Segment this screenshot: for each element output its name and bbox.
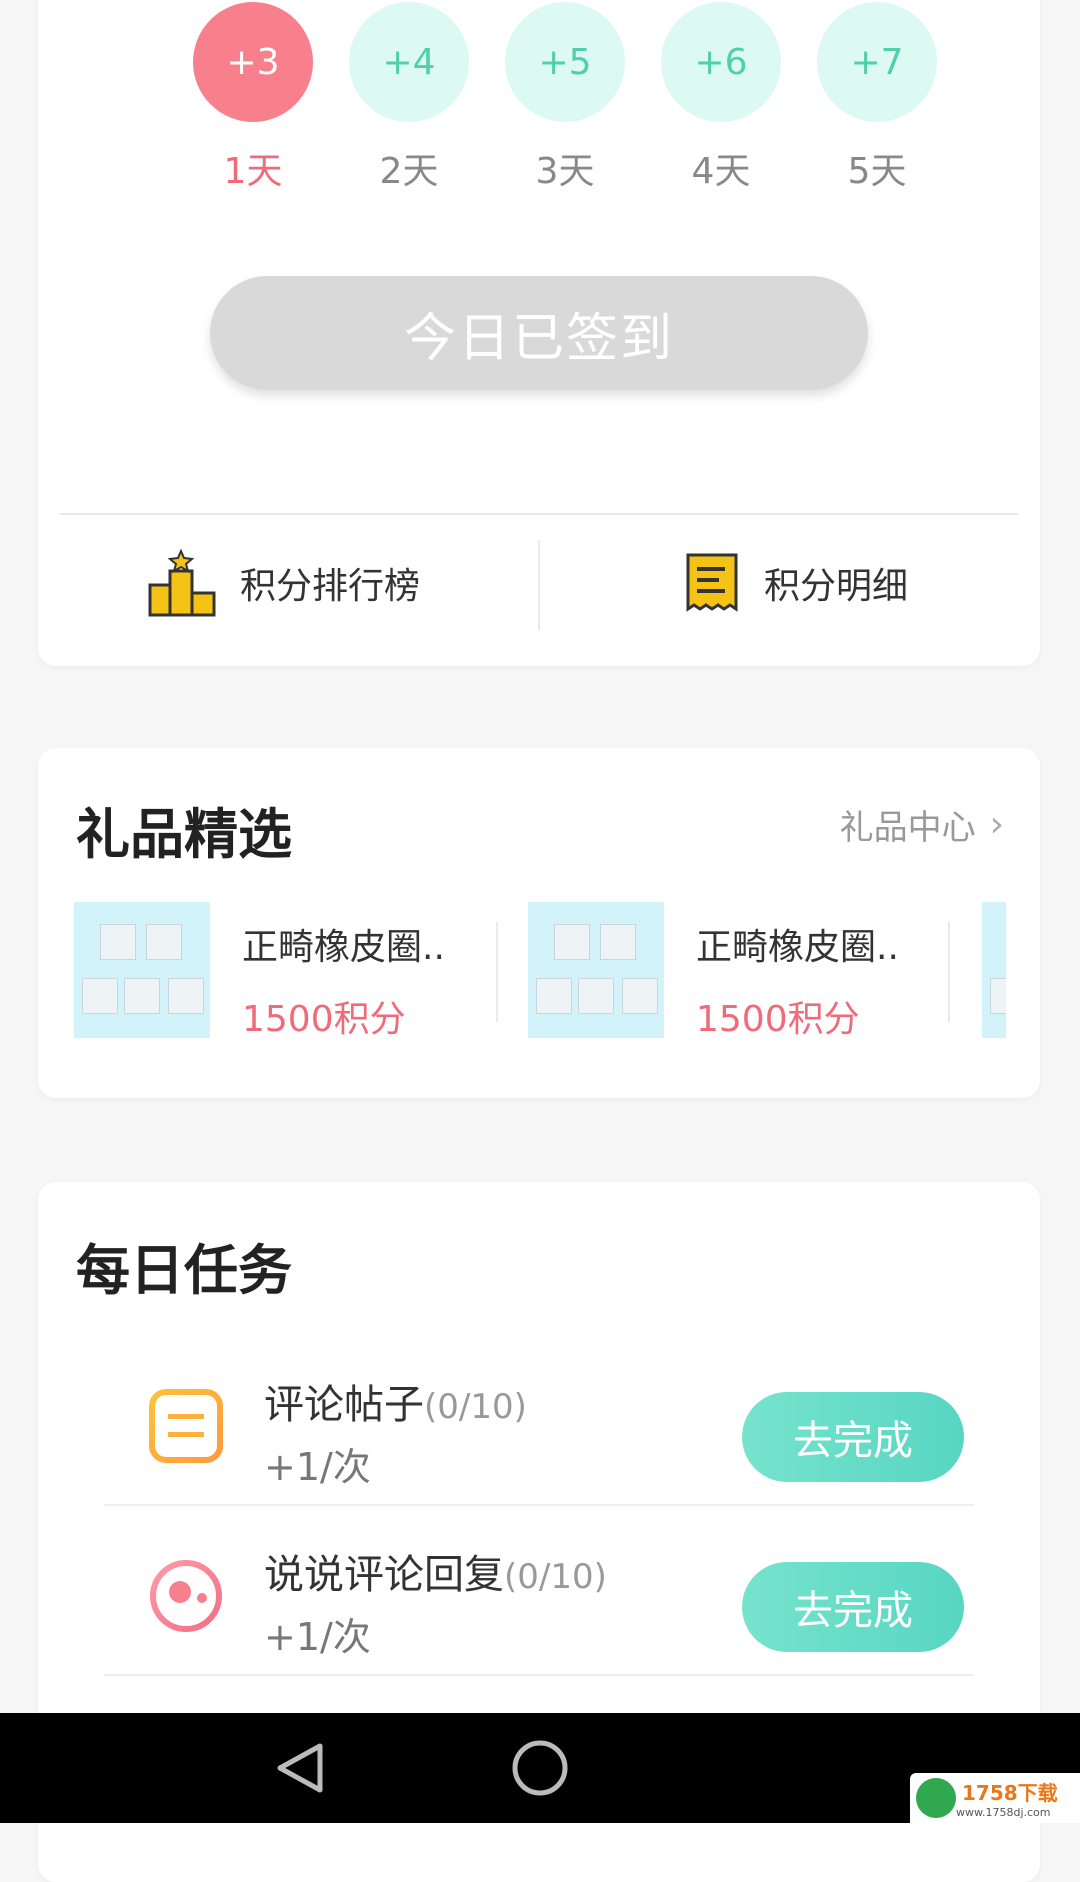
checkin-card: +3 1天 +4 2天 +5 3天 +6 4天 +7 5天 今日已签到 积分排行…	[38, 0, 1040, 666]
podium-icon	[148, 549, 216, 617]
gift-points: 1500积分	[696, 999, 860, 1040]
task-reward: +1/次	[264, 1615, 371, 1659]
day-1: +3 1天	[193, 2, 313, 194]
note-icon	[149, 1389, 223, 1463]
task-name: 评论帖子	[264, 1382, 424, 1428]
divider	[104, 1674, 974, 1676]
day-5: +7 5天	[817, 2, 937, 194]
task-row: 说说评论回复(0/10) +1/次 去完成	[104, 1520, 974, 1690]
tasks-title: 每日任务	[76, 1239, 292, 1302]
day-points: +4	[349, 2, 469, 122]
receipt-icon	[686, 553, 738, 612]
divider	[538, 540, 540, 630]
day-points: +7	[817, 2, 937, 122]
day-label: 1天	[223, 151, 283, 192]
gift-thumbnail	[528, 902, 664, 1038]
points-ranking-label: 积分排行榜	[240, 566, 421, 607]
gift-center-label: 礼品中心	[839, 808, 976, 848]
day-label: 4天	[691, 151, 751, 192]
task-progress-current: 0	[517, 1557, 539, 1597]
task-progress-open: (	[504, 1557, 518, 1597]
gift-name: 正畸橡皮圈..	[696, 927, 899, 968]
bubble-icon	[150, 1560, 222, 1632]
day-points: +3	[193, 2, 313, 122]
back-triangle-icon	[277, 1743, 323, 1793]
gift-thumbnail	[982, 902, 1006, 1038]
signed-today-button[interactable]: 今日已签到	[210, 276, 868, 390]
system-nav-bar: 1758下载 www.1758dj.com	[0, 1713, 1080, 1823]
day-label: 3天	[535, 151, 595, 192]
gift-item-partial[interactable]	[982, 902, 1006, 1038]
points-ranking-link[interactable]: 积分排行榜	[148, 538, 420, 628]
gift-name: 正畸橡皮圈..	[242, 927, 445, 968]
task-progress-total: /10)	[538, 1557, 607, 1597]
points-details-label: 积分明细	[764, 566, 909, 607]
gift-points: 1500积分	[242, 999, 406, 1040]
points-details-link[interactable]: 积分明细	[684, 538, 908, 628]
go-complete-button[interactable]: 去完成	[742, 1392, 964, 1482]
day-3: +5 3天	[505, 2, 625, 194]
task-row: 评论帖子(0/10) +1/次 去完成	[104, 1350, 974, 1520]
chevron-right-icon: ›	[989, 804, 1004, 845]
gift-item[interactable]: 正畸橡皮圈.. 1500积分	[74, 902, 445, 1040]
home-button[interactable]	[500, 1713, 580, 1823]
watermark-logo-icon	[916, 1778, 956, 1818]
gift-info: 正畸橡皮圈.. 1500积分	[696, 902, 899, 1042]
gift-center-link[interactable]: 礼品中心 ›	[840, 800, 1004, 849]
task-title: 评论帖子(0/10)	[264, 1372, 527, 1430]
checkin-days: +3 1天 +4 2天 +5 3天 +6 4天 +7 5天	[38, 2, 1040, 192]
watermark-url: www.1758dj.com	[956, 1806, 1051, 1819]
divider	[496, 922, 498, 1022]
day-label: 2天	[379, 151, 439, 192]
watermark-brand: 1758下载	[962, 1781, 1058, 1805]
watermark: 1758下载 www.1758dj.com	[910, 1773, 1080, 1823]
home-circle-icon	[512, 1740, 568, 1796]
task-progress-open: (	[424, 1387, 438, 1427]
gift-info: 正畸橡皮圈.. 1500积分	[242, 902, 445, 1042]
go-complete-button[interactable]: 去完成	[742, 1562, 964, 1652]
day-points: +6	[661, 2, 781, 122]
gifts-card: 礼品精选 礼品中心 › 正畸橡皮圈.. 1500积分 正畸橡皮圈.. 1500积…	[38, 748, 1040, 1098]
day-label: 5天	[847, 151, 907, 192]
divider	[60, 513, 1018, 515]
gifts-title: 礼品精选	[76, 803, 292, 866]
task-title: 说说评论回复(0/10)	[264, 1542, 607, 1600]
divider	[104, 1504, 974, 1506]
gift-item[interactable]: 正畸橡皮圈.. 1500积分	[528, 902, 899, 1040]
task-progress-total: /10)	[458, 1387, 527, 1427]
gift-thumbnail	[74, 902, 210, 1038]
task-reward: +1/次	[264, 1445, 371, 1489]
day-points: +5	[505, 2, 625, 122]
task-progress-current: 0	[437, 1387, 459, 1427]
day-2: +4 2天	[349, 2, 469, 194]
divider	[948, 922, 950, 1022]
day-4: +6 4天	[661, 2, 781, 194]
back-button[interactable]	[260, 1713, 340, 1823]
task-name: 说说评论回复	[264, 1552, 504, 1598]
watermark-text: 1758下载 www.1758dj.com	[956, 1777, 1058, 1819]
